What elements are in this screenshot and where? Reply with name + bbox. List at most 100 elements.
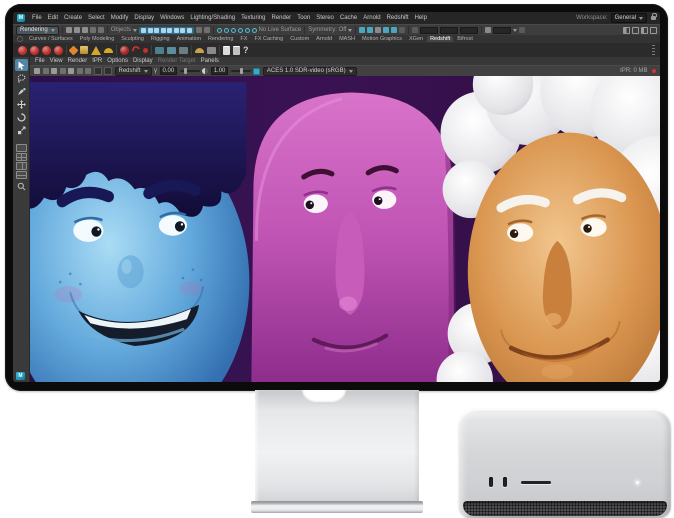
workspace-dropdown[interactable]: General — [611, 13, 647, 23]
paint-select-tool[interactable] — [15, 85, 28, 97]
shelf-tab[interactable]: Animation — [174, 36, 204, 42]
menu-item[interactable]: Arnold — [360, 15, 383, 21]
ipr-render-icon[interactable] — [367, 27, 373, 33]
redshift-particle-icon[interactable] — [143, 48, 148, 53]
four-pane-layout-button[interactable] — [16, 153, 27, 161]
redshift-proxy-icon[interactable] — [120, 46, 129, 55]
shelf-tab[interactable]: MASH — [336, 36, 358, 42]
keep-image-icon[interactable] — [60, 68, 66, 74]
redshift-material-sphere-icon[interactable] — [18, 46, 27, 55]
render-view-menu-item[interactable]: IPR — [92, 58, 102, 64]
make-live-icon[interactable] — [252, 28, 257, 33]
render-settings-icon[interactable] — [375, 27, 381, 33]
redshift-ies-light-icon[interactable] — [104, 48, 113, 53]
redshift-incandescent-sphere-icon[interactable] — [30, 46, 39, 55]
menu-item[interactable]: Windows — [157, 15, 187, 21]
undo-icon[interactable] — [90, 27, 96, 33]
redshift-render-view-doc-icon[interactable] — [223, 46, 230, 55]
menu-item[interactable]: Create — [61, 15, 85, 21]
alpha-channel-icon[interactable] — [85, 68, 91, 74]
rotate-tool[interactable] — [15, 111, 28, 123]
coordinate-field-z[interactable] — [460, 27, 478, 34]
redshift-sprite-sphere-icon[interactable] — [54, 46, 63, 55]
modeling-toolkit-toggle-icon[interactable] — [623, 27, 630, 34]
render-view-menu-item[interactable]: Render Target — [158, 58, 196, 64]
coordinate-field-y[interactable] — [440, 27, 458, 34]
hypershade-icon[interactable] — [383, 27, 389, 33]
shelf-tab[interactable]: FX — [237, 36, 250, 42]
redshift-utility-icon[interactable] — [207, 47, 216, 54]
redshift-hair-curve-icon[interactable] — [131, 45, 142, 56]
mask-misc-icon[interactable] — [187, 28, 192, 33]
render-view-menu-item[interactable]: Display — [133, 58, 153, 64]
shelf-tab[interactable]: Curves / Surfaces — [26, 36, 76, 42]
select-by-name-icon[interactable] — [485, 27, 491, 33]
mask-rendering-icon[interactable] — [180, 28, 185, 33]
split-horizontal-layout-button[interactable] — [16, 171, 27, 179]
redshift-aov-icon[interactable] — [179, 47, 188, 54]
rgb-channels-icon[interactable] — [77, 68, 83, 74]
mask-surfaces-icon[interactable] — [161, 28, 166, 33]
redshift-portal-light-icon[interactable] — [80, 46, 88, 54]
menu-item[interactable]: Select — [85, 15, 108, 21]
redshift-volume-icon[interactable] — [155, 47, 164, 54]
menu-item[interactable]: Redshift — [384, 15, 412, 21]
select-by-name-field[interactable] — [493, 27, 511, 34]
redshift-help-icon[interactable]: ? — [243, 46, 249, 55]
gamma-slider[interactable] — [180, 70, 200, 72]
workspace-lock-icon[interactable] — [651, 16, 656, 20]
redshift-physical-light-icon[interactable] — [69, 45, 79, 55]
render-view-menu-item[interactable]: Options — [107, 58, 128, 64]
save-scene-icon[interactable] — [82, 27, 88, 33]
shelf-tab[interactable]: Rigging — [148, 36, 173, 42]
coordinate-field-x[interactable] — [420, 27, 438, 34]
menu-item[interactable]: Stereo — [313, 15, 337, 21]
new-scene-icon[interactable] — [66, 27, 72, 33]
menu-item[interactable]: Cache — [337, 15, 360, 21]
render-view-menu-item[interactable]: File — [35, 58, 45, 64]
render-view-menu-item[interactable]: View — [50, 58, 63, 64]
redo-icon[interactable] — [98, 27, 104, 33]
split-vertical-layout-button[interactable] — [16, 162, 27, 170]
snap-to-points-icon[interactable] — [231, 28, 236, 33]
attribute-editor-toggle-icon[interactable] — [632, 27, 639, 34]
open-image-icon[interactable] — [34, 68, 40, 74]
shelf-menu-icon[interactable] — [17, 36, 23, 42]
exposure-value-field[interactable]: 1.00 — [211, 67, 229, 75]
menu-item[interactable]: File — [29, 15, 45, 21]
mask-curves-icon[interactable] — [154, 28, 159, 33]
shelf-tab[interactable]: Motion Graphics — [359, 36, 405, 42]
mask-deformers-icon[interactable] — [167, 28, 172, 33]
renderer-dropdown[interactable]: Redshift — [115, 67, 152, 76]
select-tool[interactable] — [15, 59, 28, 71]
output-window-icon[interactable]: M — [16, 372, 25, 380]
render-view-menu-item[interactable]: Panels — [201, 58, 219, 64]
input-line-mode-icon[interactable] — [412, 27, 418, 33]
light-editor-icon[interactable] — [399, 27, 405, 33]
region-render-icon[interactable] — [94, 67, 102, 75]
colorspace-dropdown[interactable]: ACES 1.0 SDR-video (sRGB) — [263, 67, 357, 76]
menu-item[interactable]: Toon — [294, 15, 313, 21]
menu-item[interactable]: Edit — [45, 15, 61, 21]
remove-image-icon[interactable] — [68, 68, 74, 74]
redshift-bake-icon[interactable] — [195, 48, 204, 53]
shelf-tab[interactable]: Bifrost — [454, 36, 476, 42]
redshift-dome-light-icon[interactable] — [91, 46, 101, 55]
shelf-tab[interactable]: XGen — [406, 36, 426, 42]
shelf-tab[interactable]: FX Caching — [251, 36, 286, 42]
snap-to-projected-center-icon[interactable] — [238, 28, 243, 33]
menu-set-dropdown[interactable]: Rendering — [16, 26, 59, 35]
render-view-menu-item[interactable]: Render — [68, 58, 88, 64]
shelf-tab[interactable]: Sculpting — [118, 36, 147, 42]
shelf-tab[interactable]: Redshift — [427, 36, 453, 42]
menu-item[interactable]: Modify — [108, 15, 132, 21]
menu-item[interactable]: Lighting/Shading — [187, 15, 238, 21]
crop-region-icon[interactable] — [104, 67, 112, 75]
menu-item[interactable]: Render — [269, 15, 295, 21]
channel-box-toggle-icon[interactable] — [650, 27, 657, 34]
snap-to-grids-icon[interactable] — [217, 28, 222, 33]
exposure-slider[interactable] — [231, 70, 251, 72]
redshift-environment-icon[interactable] — [167, 47, 176, 54]
render-viewport[interactable] — [30, 76, 660, 382]
lock-selection-icon[interactable] — [196, 27, 202, 33]
